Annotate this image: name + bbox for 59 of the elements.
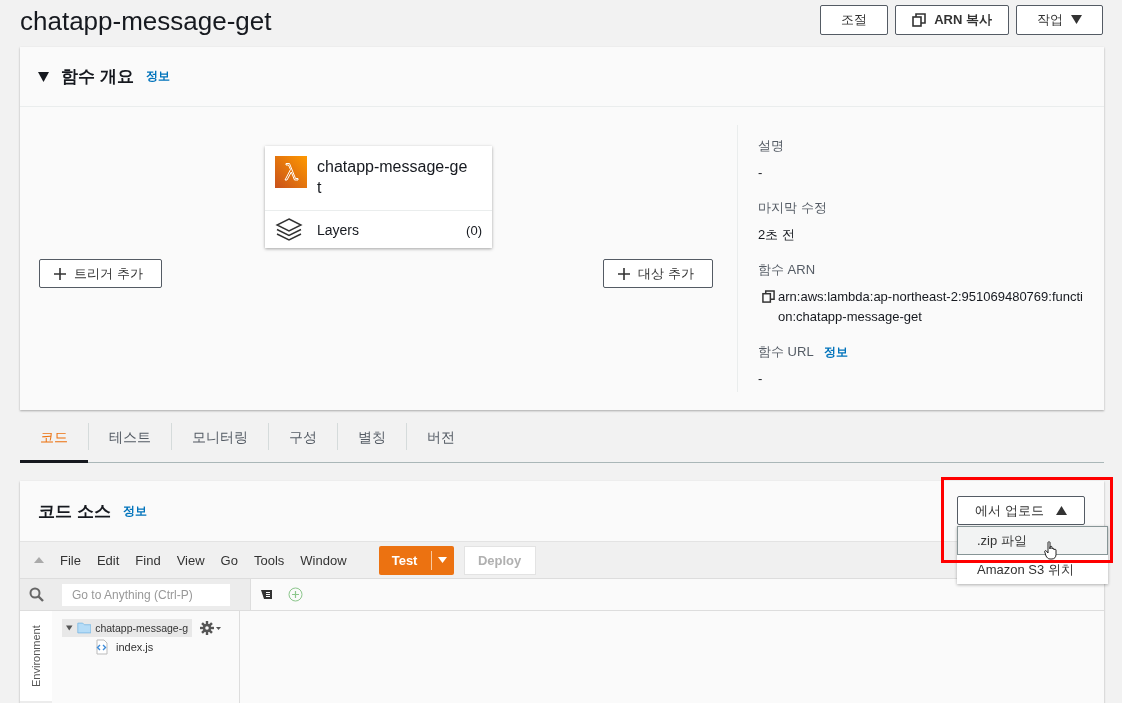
caret-down-icon [38, 71, 49, 82]
plus-icon [54, 267, 66, 280]
add-destination-button[interactable]: 대상 추가 [603, 259, 713, 288]
actions-dropdown-button[interactable]: 작업 [1016, 4, 1103, 35]
folder-icon [76, 621, 92, 635]
caret-down-icon [437, 557, 447, 563]
detail-value: - [758, 371, 763, 386]
detail-label: 함수 ARN [758, 261, 816, 279]
copy-arn-button[interactable]: ARN 복사 [895, 4, 1009, 35]
menu-item[interactable]: .zip 파일 [957, 526, 1108, 555]
arn-value: arn:aws:lambda:ap-northeast-2:951069480769:function:chatapp-message-get [778, 288, 1084, 326]
menu-bar-item[interactable]: Find [127, 552, 169, 568]
throttle-button[interactable]: 조절 [820, 4, 889, 35]
detail-label: 마지막 수정 [758, 199, 827, 217]
tab[interactable]: 버전 [407, 415, 475, 463]
page-title: chatapp-message-get [20, 6, 272, 37]
code-file-icon [94, 639, 110, 655]
menu-bar-item[interactable]: Edit [88, 552, 128, 568]
layers-icon [275, 217, 303, 243]
copy-icon [912, 12, 927, 27]
plus-icon [618, 267, 630, 280]
info-link[interactable]: 정보 [145, 68, 170, 85]
document-list-icon[interactable] [261, 589, 274, 600]
tab[interactable]: 테스트 [89, 415, 171, 463]
hand-cursor-icon [1044, 541, 1058, 560]
add-trigger-button[interactable]: 트리거 추가 [39, 259, 162, 288]
function-card[interactable]: chatapp-message-get Layers (0) [265, 146, 492, 248]
menu-bar-item[interactable]: Go [212, 552, 246, 568]
section-title: 코드 소스 [38, 500, 111, 523]
layers-label: Layers [317, 222, 361, 238]
menu-bar-item[interactable]: View [168, 552, 213, 568]
detail-value: 2초 전 [758, 227, 795, 242]
upload-from-button[interactable]: 에서 업로드 [957, 496, 1085, 525]
gear-icon[interactable] [200, 621, 222, 635]
search-icon [28, 587, 44, 602]
section-title: 함수 개요 [61, 66, 134, 88]
collapse-toggle[interactable] [38, 71, 49, 82]
lambda-icon [275, 156, 307, 188]
layers-count: (0) [466, 222, 482, 238]
side-tab[interactable]: Environment [20, 611, 52, 701]
copy-icon[interactable] [762, 290, 775, 303]
info-link[interactable]: 정보 [122, 502, 147, 520]
info-link[interactable]: 정보 [823, 343, 848, 361]
search-field[interactable]: Go to Anything (Ctrl-P) [62, 583, 230, 606]
caret-up-icon [1055, 506, 1067, 515]
tab[interactable]: 모니터링 [172, 415, 268, 463]
detail-value: - [758, 165, 763, 180]
menu-bar-item[interactable]: Tools [245, 552, 293, 568]
tab[interactable]: 구성 [269, 415, 337, 463]
menu-bar-item[interactable]: Window [292, 552, 355, 568]
detail-label: 설명 [758, 137, 784, 155]
caret-down-icon [66, 624, 73, 632]
tab[interactable]: 별칭 [338, 415, 406, 463]
function-name: chatapp-message-get [317, 157, 469, 198]
folder-row[interactable]: chatapp-message-g [62, 619, 192, 637]
detail-label: 함수 URL [758, 343, 814, 361]
file-row[interactable]: index.js [52, 637, 239, 655]
menu-bar-item[interactable]: File [58, 552, 89, 568]
caret-down-icon [1071, 15, 1082, 24]
